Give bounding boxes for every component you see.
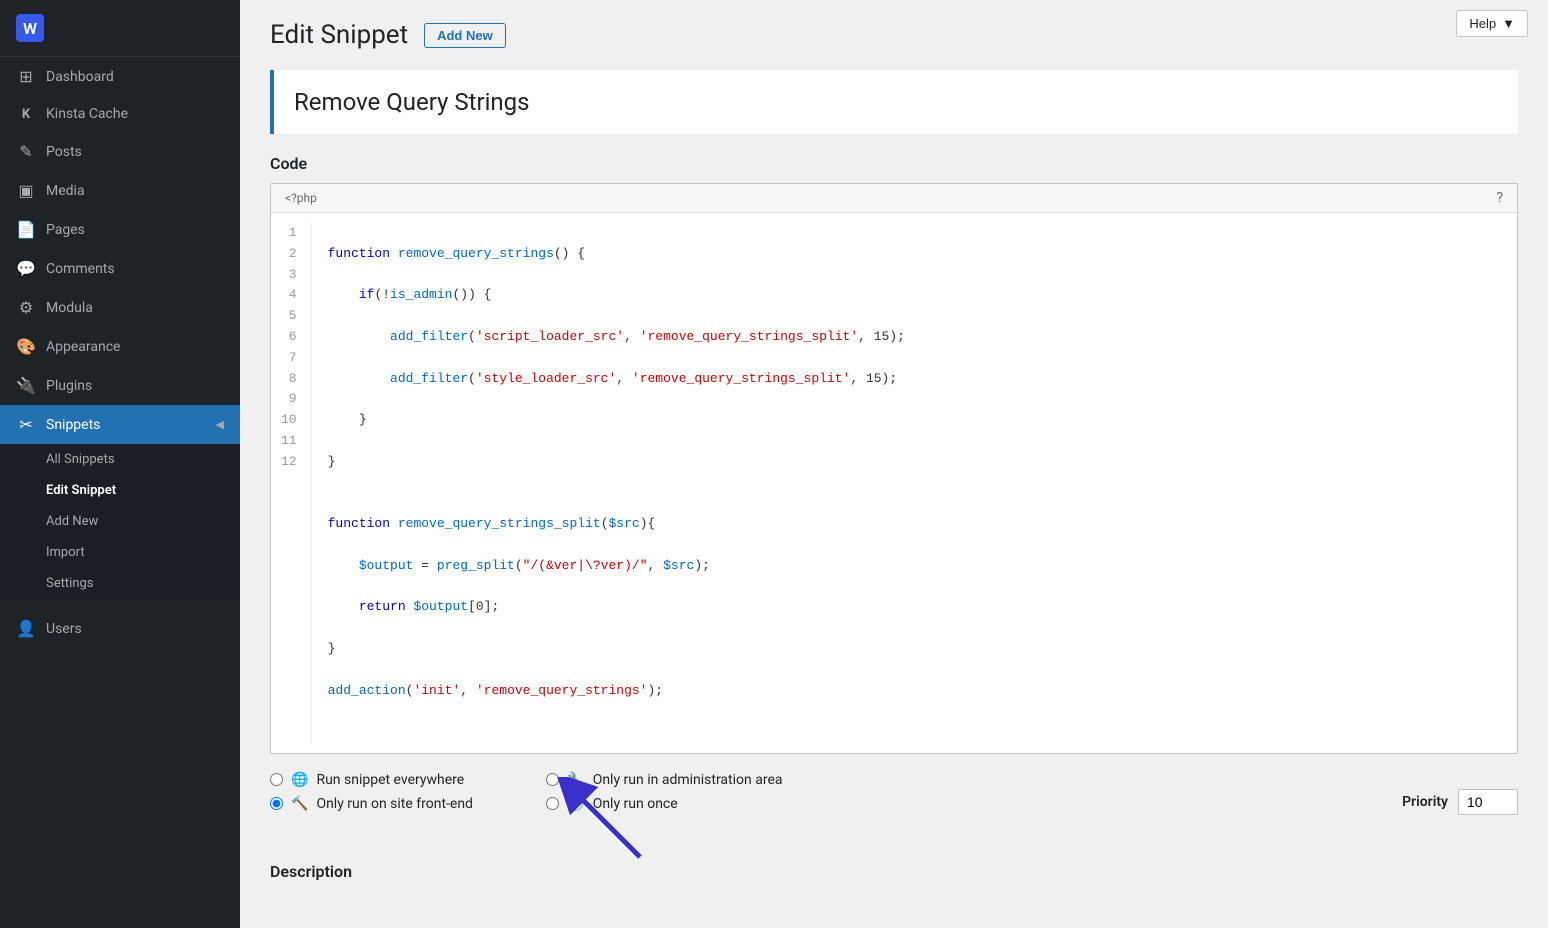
run-options: 🌐 Run snippet everywhere 🔧 Only run in a…: [270, 772, 783, 812]
code-editor[interactable]: <?php ? 12345 678910 1112 function remov…: [270, 183, 1518, 754]
submenu-settings[interactable]: Settings: [0, 568, 240, 599]
sidebar-item-label: Users: [46, 621, 82, 637]
sidebar-item-appearance[interactable]: 🎨 Appearance: [0, 327, 240, 366]
code-help-icon[interactable]: ?: [1496, 190, 1503, 206]
code-lang-hint: <?php: [285, 191, 317, 205]
add-new-button[interactable]: Add New: [424, 23, 506, 48]
sidebar-item-dashboard[interactable]: ⊞ Dashboard: [0, 57, 240, 96]
sidebar-item-label: Kinsta Cache: [46, 106, 128, 122]
sidebar-item-label: Modula: [46, 300, 93, 316]
wordpress-icon: W: [16, 14, 44, 42]
submenu-all-snippets[interactable]: All Snippets: [0, 444, 240, 475]
appearance-icon: 🎨: [16, 337, 36, 356]
sidebar-item-label: Posts: [46, 144, 82, 160]
dashboard-icon: ⊞: [16, 67, 36, 86]
run-option-frontend[interactable]: 🔨 Only run on site front-end: [270, 796, 506, 812]
sidebar-item-label: Plugins: [46, 378, 92, 394]
sidebar-item-posts[interactable]: ✎ Posts: [0, 132, 240, 171]
globe-icon: 🌐: [291, 772, 308, 788]
sidebar-item-label: Snippets: [46, 417, 100, 433]
sidebar-brand: W: [0, 0, 240, 57]
sidebar-item-label: Appearance: [46, 339, 120, 355]
chevron-down-icon: ▼: [1502, 16, 1515, 31]
code-content[interactable]: function remove_query_strings() { if(!is…: [312, 223, 1517, 743]
sidebar-item-label: Comments: [46, 261, 115, 277]
run-option-label: Run snippet everywhere: [316, 772, 464, 788]
clock-icon: 🕐: [567, 796, 584, 812]
help-label: Help: [1469, 16, 1496, 31]
run-option-admin[interactable]: 🔧 Only run in administration area: [546, 772, 782, 788]
snippets-submenu: All Snippets Edit Snippet Add New Import…: [0, 444, 240, 599]
comments-icon: 💬: [16, 259, 36, 278]
submenu-import[interactable]: Import: [0, 537, 240, 568]
code-section-label: Code: [270, 154, 1518, 173]
run-option-label: Only run on site front-end: [316, 796, 473, 812]
snippet-title: Remove Query Strings: [294, 88, 1498, 116]
priority-label: Priority: [1402, 794, 1448, 810]
sidebar-item-media[interactable]: ▣ Media: [0, 171, 240, 210]
kinsta-icon: K: [16, 107, 36, 122]
media-icon: ▣: [16, 181, 36, 200]
posts-icon: ✎: [16, 142, 36, 161]
run-option-everywhere[interactable]: 🌐 Run snippet everywhere: [270, 772, 506, 788]
users-icon: 👤: [16, 619, 36, 638]
code-body[interactable]: 12345 678910 1112 function remove_query_…: [271, 213, 1517, 753]
collapse-icon: ◀: [216, 418, 224, 431]
radio-frontend[interactable]: [270, 797, 283, 810]
sidebar-item-comments[interactable]: 💬 Comments: [0, 249, 240, 288]
tool-icon: 🔨: [291, 796, 308, 812]
radio-admin[interactable]: [546, 773, 559, 786]
sidebar-item-snippets[interactable]: ✂ Snippets ◀: [0, 405, 240, 444]
main-content: Edit Snippet Add New Remove Query String…: [240, 0, 1548, 928]
plugins-icon: 🔌: [16, 376, 36, 395]
sidebar-item-pages[interactable]: 📄 Pages: [0, 210, 240, 249]
sidebar-item-plugins[interactable]: 🔌 Plugins: [0, 366, 240, 405]
radio-everywhere[interactable]: [270, 773, 283, 786]
snippet-title-bar: Remove Query Strings: [270, 70, 1518, 134]
submenu-edit-snippet[interactable]: Edit Snippet: [0, 475, 240, 506]
pages-icon: 📄: [16, 220, 36, 239]
priority-input[interactable]: [1458, 789, 1518, 815]
snippets-icon: ✂: [16, 415, 36, 434]
wrench-icon: 🔧: [567, 772, 584, 788]
sidebar: W ⊞ Dashboard K Kinsta Cache ✎ Posts ▣ M…: [0, 0, 240, 928]
sidebar-item-kinsta[interactable]: K Kinsta Cache: [0, 96, 240, 132]
submenu-add-new[interactable]: Add New: [0, 506, 240, 537]
priority-section: Priority: [1402, 789, 1518, 815]
description-label: Description: [270, 862, 1518, 881]
radio-once[interactable]: [546, 797, 559, 810]
run-option-label: Only run once: [593, 796, 678, 812]
help-button[interactable]: Help ▼: [1456, 10, 1528, 37]
sidebar-item-modula[interactable]: ⚙ Modula: [0, 288, 240, 327]
line-numbers: 12345 678910 1112: [271, 223, 312, 743]
sidebar-item-label: Media: [46, 183, 85, 199]
modula-icon: ⚙: [16, 298, 36, 317]
sidebar-item-label: Pages: [46, 222, 85, 238]
page-header: Edit Snippet Add New: [270, 20, 1518, 50]
run-option-once[interactable]: 🕐 Only run once: [546, 796, 782, 812]
sidebar-item-label: Dashboard: [46, 69, 114, 85]
page-title: Edit Snippet: [270, 20, 408, 50]
run-options-container: 🌐 Run snippet everywhere 🔧 Only run in a…: [270, 772, 1518, 832]
run-option-label: Only run in administration area: [593, 772, 783, 788]
sidebar-item-users[interactable]: 👤 Users: [0, 609, 240, 648]
code-editor-header: <?php ?: [271, 184, 1517, 213]
